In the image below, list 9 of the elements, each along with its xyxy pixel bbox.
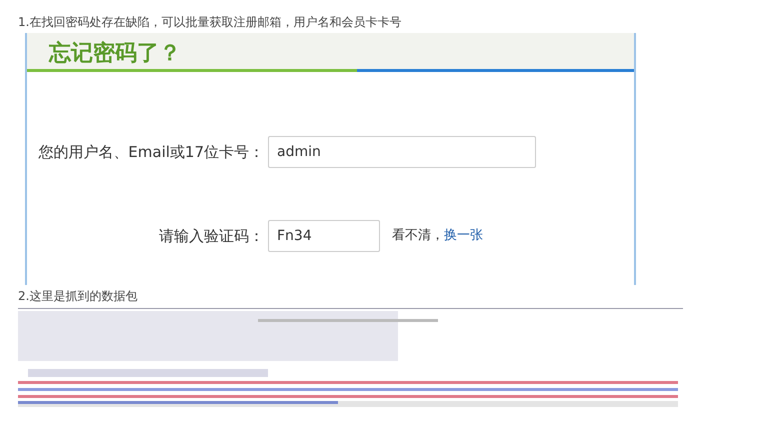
form-title: 忘记密码了？ (49, 43, 181, 65)
caption: 2.这里是抓到的数据包 (17, 288, 138, 305)
field-label: 您的用户名、Email或17位卡号： (37, 142, 264, 163)
input-field[interactable]: admin (268, 136, 536, 168)
hint-text: 看不清， (392, 227, 444, 246)
caption: 1.在找回密码处存在缺陷，可以批量获取注册邮箱，用户名和会员卡卡号 (17, 14, 402, 31)
input-field[interactable]: Fn34 (268, 220, 380, 252)
field-label: 请输入验证码： (158, 226, 264, 247)
refresh-link[interactable]: 换一张 (444, 226, 483, 246)
